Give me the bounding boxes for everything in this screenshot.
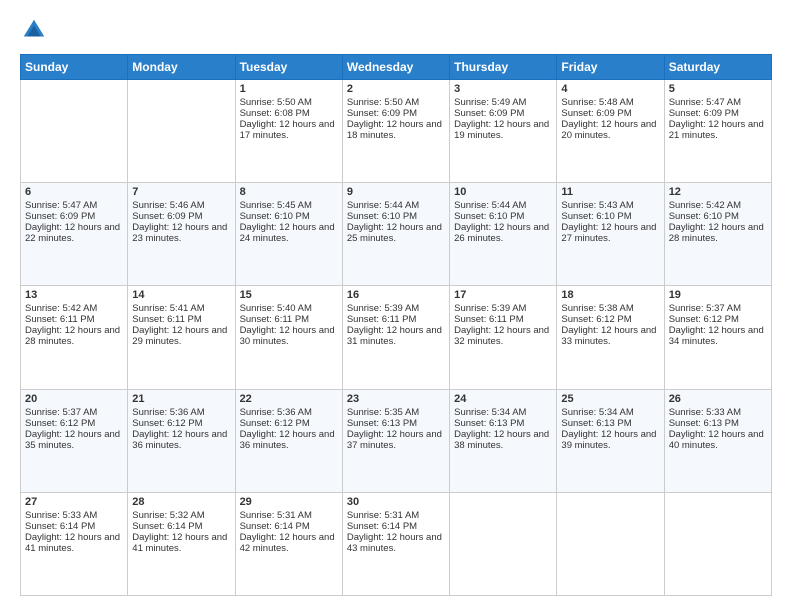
- day-number: 28: [132, 496, 230, 508]
- calendar-cell: 8Sunrise: 5:45 AMSunset: 6:10 PMDaylight…: [235, 183, 342, 286]
- day-number: 5: [669, 83, 767, 95]
- calendar-cell: 19Sunrise: 5:37 AMSunset: 6:12 PMDayligh…: [664, 286, 771, 389]
- week-row: 1Sunrise: 5:50 AMSunset: 6:08 PMDaylight…: [21, 80, 772, 183]
- calendar-cell: 7Sunrise: 5:46 AMSunset: 6:09 PMDaylight…: [128, 183, 235, 286]
- week-row: 20Sunrise: 5:37 AMSunset: 6:12 PMDayligh…: [21, 389, 772, 492]
- calendar-cell: 25Sunrise: 5:34 AMSunset: 6:13 PMDayligh…: [557, 389, 664, 492]
- day-number: 14: [132, 289, 230, 301]
- calendar-cell: 4Sunrise: 5:48 AMSunset: 6:09 PMDaylight…: [557, 80, 664, 183]
- day-number: 4: [561, 83, 659, 95]
- day-number: 21: [132, 393, 230, 405]
- day-number: 19: [669, 289, 767, 301]
- calendar-cell: [21, 80, 128, 183]
- calendar-cell: [557, 492, 664, 595]
- day-number: 25: [561, 393, 659, 405]
- page: SundayMondayTuesdayWednesdayThursdayFrid…: [0, 0, 792, 612]
- day-number: 2: [347, 83, 445, 95]
- day-number: 26: [669, 393, 767, 405]
- calendar-header: SundayMondayTuesdayWednesdayThursdayFrid…: [21, 55, 772, 80]
- header: [20, 16, 772, 44]
- calendar-cell: 23Sunrise: 5:35 AMSunset: 6:13 PMDayligh…: [342, 389, 449, 492]
- calendar-cell: 5Sunrise: 5:47 AMSunset: 6:09 PMDaylight…: [664, 80, 771, 183]
- calendar-cell: 30Sunrise: 5:31 AMSunset: 6:14 PMDayligh…: [342, 492, 449, 595]
- day-number: 10: [454, 186, 552, 198]
- day-number: 15: [240, 289, 338, 301]
- day-number: 18: [561, 289, 659, 301]
- day-number: 3: [454, 83, 552, 95]
- day-number: 6: [25, 186, 123, 198]
- calendar-cell: 11Sunrise: 5:43 AMSunset: 6:10 PMDayligh…: [557, 183, 664, 286]
- day-number: 17: [454, 289, 552, 301]
- calendar-cell: 18Sunrise: 5:38 AMSunset: 6:12 PMDayligh…: [557, 286, 664, 389]
- calendar-cell: [128, 80, 235, 183]
- calendar-cell: 9Sunrise: 5:44 AMSunset: 6:10 PMDaylight…: [342, 183, 449, 286]
- day-number: 7: [132, 186, 230, 198]
- calendar-cell: 27Sunrise: 5:33 AMSunset: 6:14 PMDayligh…: [21, 492, 128, 595]
- day-number: 11: [561, 186, 659, 198]
- calendar-cell: 12Sunrise: 5:42 AMSunset: 6:10 PMDayligh…: [664, 183, 771, 286]
- calendar-cell: [664, 492, 771, 595]
- week-row: 27Sunrise: 5:33 AMSunset: 6:14 PMDayligh…: [21, 492, 772, 595]
- weekday-header: Saturday: [664, 55, 771, 80]
- calendar-cell: 2Sunrise: 5:50 AMSunset: 6:09 PMDaylight…: [342, 80, 449, 183]
- day-number: 22: [240, 393, 338, 405]
- weekday-header: Sunday: [21, 55, 128, 80]
- calendar-cell: 21Sunrise: 5:36 AMSunset: 6:12 PMDayligh…: [128, 389, 235, 492]
- day-number: 20: [25, 393, 123, 405]
- day-number: 9: [347, 186, 445, 198]
- weekday-header: Thursday: [450, 55, 557, 80]
- weekday-header: Friday: [557, 55, 664, 80]
- weekday-header: Wednesday: [342, 55, 449, 80]
- calendar-cell: 6Sunrise: 5:47 AMSunset: 6:09 PMDaylight…: [21, 183, 128, 286]
- logo-icon: [20, 16, 48, 44]
- calendar-cell: 14Sunrise: 5:41 AMSunset: 6:11 PMDayligh…: [128, 286, 235, 389]
- day-number: 1: [240, 83, 338, 95]
- weekday-header: Tuesday: [235, 55, 342, 80]
- day-number: 24: [454, 393, 552, 405]
- calendar-cell: 13Sunrise: 5:42 AMSunset: 6:11 PMDayligh…: [21, 286, 128, 389]
- calendar-cell: 24Sunrise: 5:34 AMSunset: 6:13 PMDayligh…: [450, 389, 557, 492]
- day-number: 29: [240, 496, 338, 508]
- calendar-body: 1Sunrise: 5:50 AMSunset: 6:08 PMDaylight…: [21, 80, 772, 596]
- calendar-cell: 1Sunrise: 5:50 AMSunset: 6:08 PMDaylight…: [235, 80, 342, 183]
- calendar-cell: 29Sunrise: 5:31 AMSunset: 6:14 PMDayligh…: [235, 492, 342, 595]
- day-number: 16: [347, 289, 445, 301]
- calendar-cell: 15Sunrise: 5:40 AMSunset: 6:11 PMDayligh…: [235, 286, 342, 389]
- day-number: 13: [25, 289, 123, 301]
- calendar-cell: [450, 492, 557, 595]
- week-row: 6Sunrise: 5:47 AMSunset: 6:09 PMDaylight…: [21, 183, 772, 286]
- calendar-cell: 22Sunrise: 5:36 AMSunset: 6:12 PMDayligh…: [235, 389, 342, 492]
- calendar-cell: 28Sunrise: 5:32 AMSunset: 6:14 PMDayligh…: [128, 492, 235, 595]
- day-number: 23: [347, 393, 445, 405]
- day-number: 8: [240, 186, 338, 198]
- day-number: 12: [669, 186, 767, 198]
- logo: [20, 16, 52, 44]
- day-number: 30: [347, 496, 445, 508]
- calendar-cell: 20Sunrise: 5:37 AMSunset: 6:12 PMDayligh…: [21, 389, 128, 492]
- weekday-header: Monday: [128, 55, 235, 80]
- calendar-cell: 10Sunrise: 5:44 AMSunset: 6:10 PMDayligh…: [450, 183, 557, 286]
- calendar-cell: 3Sunrise: 5:49 AMSunset: 6:09 PMDaylight…: [450, 80, 557, 183]
- calendar-cell: 26Sunrise: 5:33 AMSunset: 6:13 PMDayligh…: [664, 389, 771, 492]
- day-number: 27: [25, 496, 123, 508]
- weekday-header-row: SundayMondayTuesdayWednesdayThursdayFrid…: [21, 55, 772, 80]
- week-row: 13Sunrise: 5:42 AMSunset: 6:11 PMDayligh…: [21, 286, 772, 389]
- calendar-table: SundayMondayTuesdayWednesdayThursdayFrid…: [20, 54, 772, 596]
- calendar-cell: 16Sunrise: 5:39 AMSunset: 6:11 PMDayligh…: [342, 286, 449, 389]
- calendar-cell: 17Sunrise: 5:39 AMSunset: 6:11 PMDayligh…: [450, 286, 557, 389]
